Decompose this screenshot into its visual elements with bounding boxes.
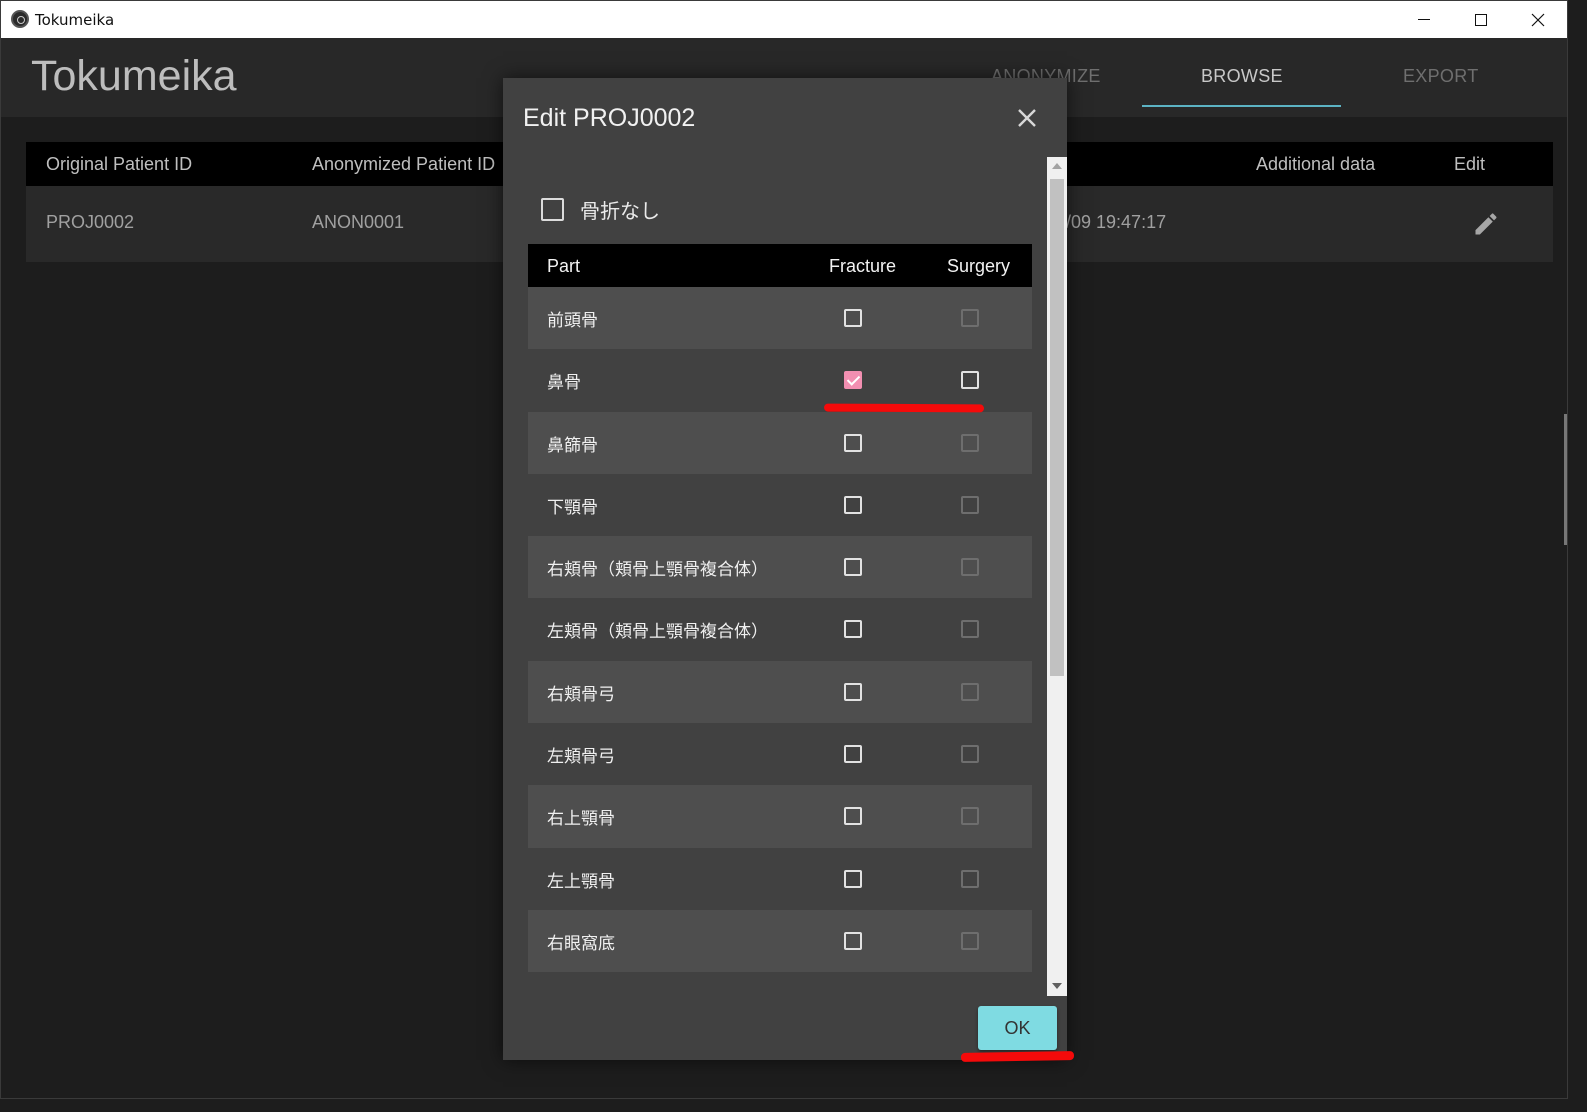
surgery-checkbox xyxy=(961,433,979,452)
fracture-checkbox[interactable] xyxy=(844,495,862,514)
surgery-checkbox xyxy=(961,931,979,950)
part-row: 左頬骨弓 xyxy=(528,723,1032,786)
scrollbar-thumb[interactable] xyxy=(1050,179,1064,676)
surgery-checkbox xyxy=(961,745,979,764)
surgery-checkbox xyxy=(961,495,979,514)
col-surgery: Surgery xyxy=(947,256,1011,276)
part-row: 左頬骨（頬骨上顎骨複合体） xyxy=(528,598,1032,661)
window-title: Tokumeika xyxy=(35,11,115,29)
no-fracture-label: 骨折なし xyxy=(580,198,660,223)
edit-dialog: Edit PROJ0002 骨折なし Part Fracture Surgery… xyxy=(503,78,1067,1060)
part-label: 左頬骨弓 xyxy=(547,747,615,768)
parts-list: 前頭骨鼻骨鼻篩骨下顎骨右頬骨（頬骨上顎骨複合体） 左頬骨（頬骨上顎骨複合体） 右頬骨… xyxy=(528,287,1032,973)
fracture-checkbox[interactable] xyxy=(844,309,862,327)
ok-button[interactable]: OK xyxy=(978,1006,1057,1050)
surgery-checkbox xyxy=(961,869,979,888)
maximize-button[interactable] xyxy=(1452,1,1509,38)
part-label: 鼻篩骨 xyxy=(547,435,598,456)
dialog-scroll-area[interactable]: 骨折なし Part Fracture Surgery 前頭骨鼻骨鼻篩骨下顎骨右頬… xyxy=(503,157,1047,996)
part-row: 左上顎骨 xyxy=(528,847,1032,910)
part-label: 鼻骨 xyxy=(547,373,581,394)
minimize-button[interactable] xyxy=(1395,1,1452,38)
fracture-checkbox[interactable] xyxy=(844,620,862,639)
part-row: 右眼窩底 xyxy=(528,909,1032,973)
part-label: 右頬骨弓 xyxy=(547,684,615,705)
active-tab-indicator xyxy=(1142,105,1341,107)
col-fracture: Fracture xyxy=(829,256,897,276)
fracture-checkbox[interactable] xyxy=(844,931,862,950)
part-label: 右眼窩底 xyxy=(547,933,615,954)
annotation-underline-fracture xyxy=(823,403,985,413)
fracture-checkbox[interactable] xyxy=(844,745,862,764)
fracture-checkbox[interactable] xyxy=(844,558,862,577)
tab-browse[interactable]: BROWSE xyxy=(1201,66,1283,87)
col-edit: Edit xyxy=(1454,154,1486,174)
pencil-icon[interactable] xyxy=(1472,210,1500,238)
part-label: 右頬骨（頬骨上顎骨複合体） xyxy=(547,560,768,581)
maximize-icon xyxy=(1474,13,1487,26)
col-part: Part xyxy=(547,256,581,276)
surgery-checkbox[interactable] xyxy=(961,371,979,390)
fracture-checkbox[interactable] xyxy=(844,433,862,452)
part-label: 左上顎骨 xyxy=(547,871,615,892)
fracture-checkbox[interactable] xyxy=(844,807,862,826)
col-original-patient-id: Original Patient ID xyxy=(46,154,193,174)
part-row: 右頬骨弓 xyxy=(528,660,1032,724)
close-icon[interactable] xyxy=(1013,104,1041,132)
tab-export[interactable]: EXPORT xyxy=(1403,66,1479,87)
part-label: 左頬骨（頬骨上顎骨複合体） xyxy=(547,622,768,643)
fracture-checkbox[interactable] xyxy=(844,682,862,701)
no-fracture-checkbox[interactable] xyxy=(541,197,564,221)
parts-table-header: Part Fracture Surgery xyxy=(528,244,1032,287)
part-row: 前頭骨 xyxy=(528,287,1032,350)
fracture-checkbox[interactable] xyxy=(844,869,862,888)
window-titlebar: Tokumeika xyxy=(1,1,1567,38)
col-additional-data: Additional data xyxy=(1256,154,1376,174)
app-logo-icon xyxy=(11,10,29,28)
surgery-checkbox xyxy=(961,558,979,577)
window-close-button[interactable] xyxy=(1509,1,1566,38)
cell-original-id: PROJ0002 xyxy=(46,212,135,232)
scroll-up-arrow-icon[interactable] xyxy=(1052,163,1062,169)
dialog-scrollbar[interactable] xyxy=(1047,157,1067,996)
fracture-checkbox[interactable] xyxy=(844,371,862,390)
surgery-checkbox xyxy=(961,682,979,701)
part-label: 下顎骨 xyxy=(547,497,598,518)
surgery-checkbox xyxy=(961,620,979,639)
no-fracture-option[interactable]: 骨折なし xyxy=(541,196,660,223)
cell-timestamp: /09 19:47:17 xyxy=(1066,212,1167,232)
cell-anonymized-id: ANON0001 xyxy=(312,212,405,232)
part-row: 鼻篩骨 xyxy=(528,411,1032,474)
part-label: 右上顎骨 xyxy=(547,809,615,830)
dialog-title: Edit PROJ0002 xyxy=(523,104,696,132)
part-row: 鼻骨 xyxy=(528,349,1032,412)
close-icon xyxy=(1531,13,1544,26)
part-row: 右上顎骨 xyxy=(528,785,1032,848)
part-row: 右頬骨（頬骨上顎骨複合体） xyxy=(528,536,1032,599)
app-brand: Tokumeika xyxy=(31,52,237,100)
app-window: Tokumeika Tokumeika ANONYMIZE BROWSE EXP… xyxy=(0,0,1568,1099)
scroll-down-arrow-icon[interactable] xyxy=(1052,983,1062,989)
part-label: 前頭骨 xyxy=(547,311,598,331)
col-anonymized-patient-id: Anonymized Patient ID xyxy=(312,154,496,174)
part-row: 下顎骨 xyxy=(528,473,1032,537)
surgery-checkbox xyxy=(961,309,979,327)
annotation-underline-ok xyxy=(960,1051,1075,1062)
minimize-icon xyxy=(1417,19,1430,20)
window-edge-marker xyxy=(1564,414,1567,545)
surgery-checkbox xyxy=(961,807,979,826)
